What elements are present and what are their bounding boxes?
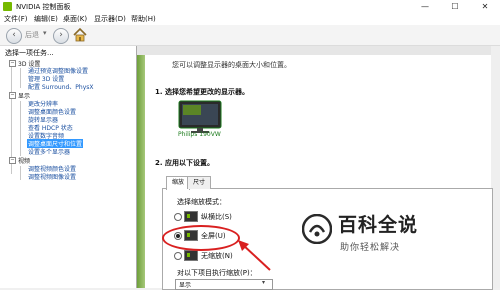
tree-line	[20, 101, 21, 156]
watermark-title: 百科全说	[338, 214, 419, 236]
maximize-button[interactable]: ☐	[440, 0, 470, 13]
annotation-ellipse	[162, 225, 240, 251]
perform-scaling-label: 对以下项目执行缩放(P)：	[177, 269, 257, 277]
aspect-ratio-icon	[184, 211, 198, 222]
radio-aspect-ratio[interactable]	[174, 213, 182, 221]
menu-help[interactable]: 帮助(H)	[131, 14, 156, 24]
section-title-apply-settings: 2. 应用以下设置。	[155, 159, 214, 167]
scaling-mode-label: 选择缩放模式：	[177, 198, 226, 206]
watermark-subtitle: 助你轻松解决	[340, 243, 401, 253]
back-label: 后退	[25, 31, 39, 39]
collapse-toggle[interactable]: −	[9, 157, 16, 164]
watermark-logo-icon	[302, 214, 332, 244]
tree-item-surround-physx[interactable]: 配置 Surround、PhysX	[28, 82, 94, 91]
tab-size[interactable]: 尺寸	[187, 176, 212, 189]
perform-scaling-select[interactable]: 显示	[175, 279, 273, 290]
tree-line	[20, 166, 21, 180]
minimize-button[interactable]: —	[410, 0, 440, 13]
tree-line	[20, 68, 21, 88]
menu-edit[interactable]: 编辑(E)	[34, 14, 58, 24]
page-intro: 您可以调整显示器的桌面大小和位置。	[172, 61, 291, 69]
no-scaling-icon	[184, 250, 198, 261]
arrow-left-icon: ‹	[12, 30, 16, 40]
close-button[interactable]: ✕	[470, 0, 500, 13]
back-button[interactable]: ‹	[6, 28, 22, 44]
collapse-toggle[interactable]: −	[9, 60, 16, 67]
radio-no-scaling[interactable]	[174, 252, 182, 260]
chevron-down-icon[interactable]: ▾	[43, 29, 47, 37]
chevron-down-icon[interactable]: ▾	[262, 279, 265, 286]
nvidia-accent-band	[137, 55, 145, 288]
menu-file[interactable]: 文件(F)	[4, 14, 28, 24]
option-no-scaling-label: 无缩放(N)	[201, 252, 233, 260]
section-title-select-display: 1. 选择您希望更改的显示器。	[155, 88, 249, 96]
arrow-right-icon: ›	[59, 30, 63, 40]
tree-item-video-image[interactable]: 调整视频图像设置	[28, 172, 76, 181]
window-title: NVIDIA 控制面板	[16, 3, 71, 11]
task-pane-header: 选择一项任务...	[5, 49, 54, 57]
menu-desktop[interactable]: 桌面(K)	[63, 14, 87, 24]
home-icon[interactable]	[72, 27, 88, 43]
option-aspect-ratio-label: 纵横比(S)	[201, 213, 232, 221]
content-header-bar	[137, 46, 500, 55]
forward-button[interactable]: ›	[53, 28, 69, 44]
collapse-toggle[interactable]: −	[9, 92, 16, 99]
tree-item-multi-display[interactable]: 设置多个显示器	[28, 147, 70, 156]
monitor-label: Philips 190VW	[178, 131, 221, 138]
menu-display[interactable]: 显示器(D)	[94, 14, 126, 24]
nvidia-logo-icon	[3, 2, 12, 11]
